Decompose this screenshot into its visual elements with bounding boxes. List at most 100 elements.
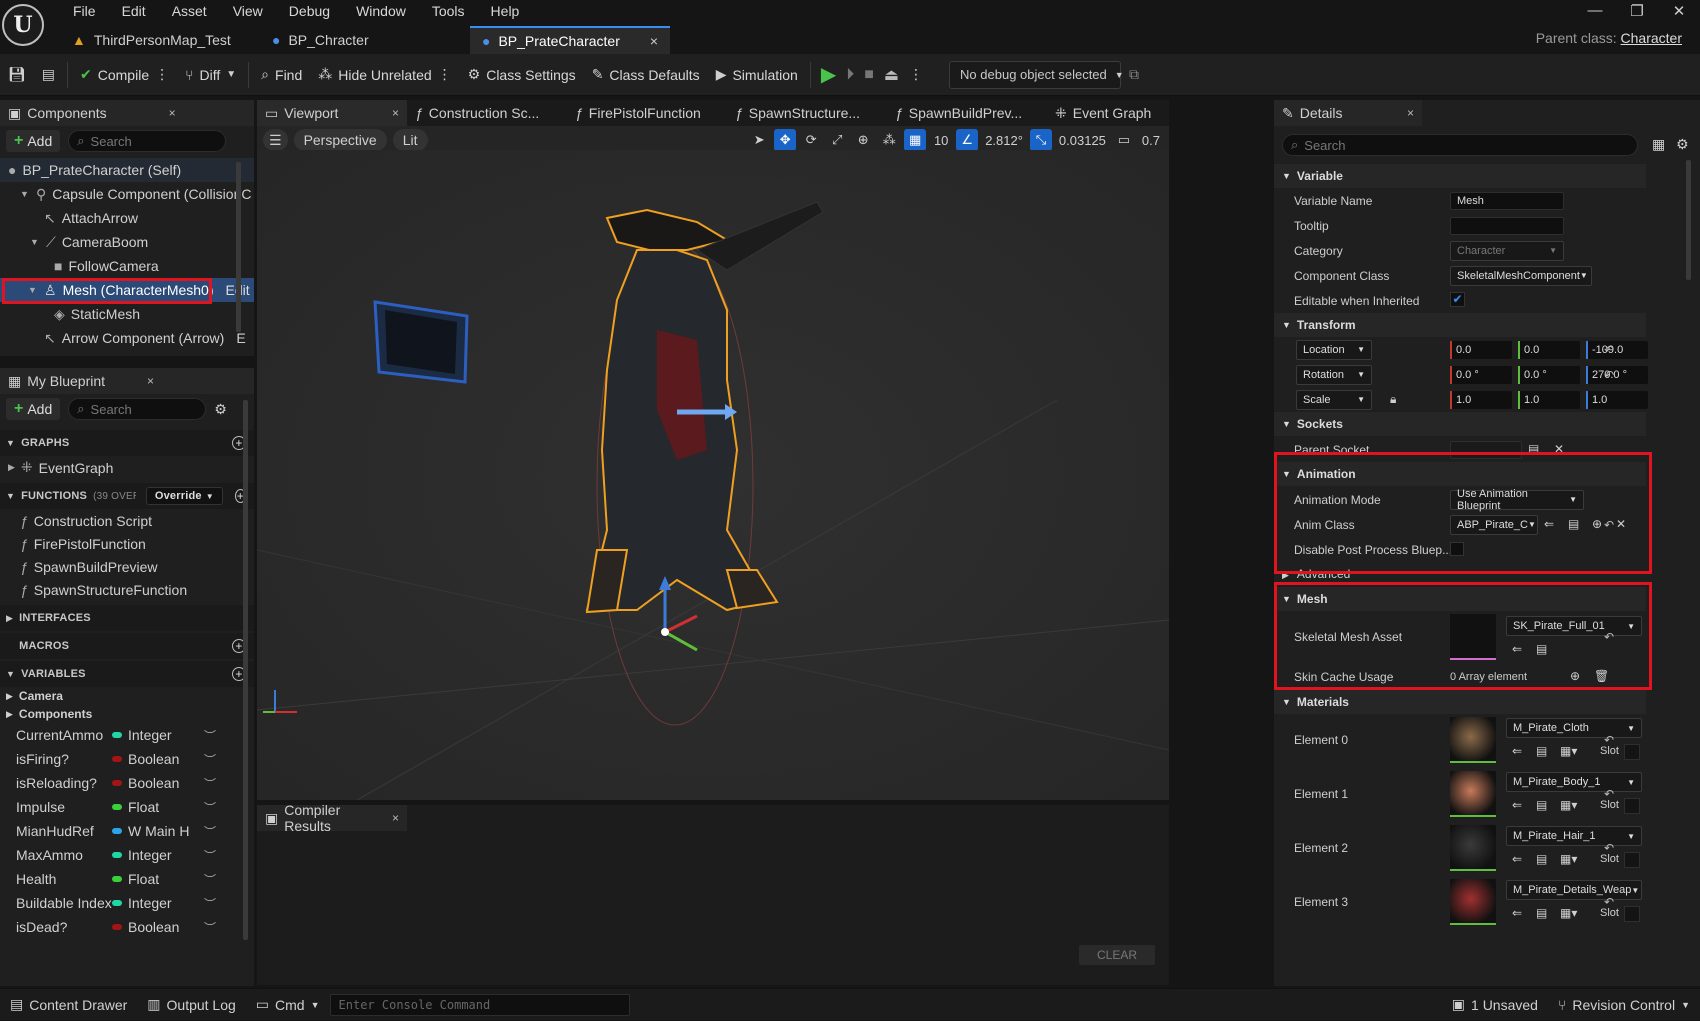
components-search-input[interactable]: ⌕ Search xyxy=(68,130,227,152)
material-thumbnail[interactable] xyxy=(1450,771,1496,817)
category-variable[interactable]: ▼ Variable xyxy=(1274,164,1646,188)
tooltip-input[interactable] xyxy=(1450,216,1564,235)
variable-row[interactable]: Health Float ︶ xyxy=(0,867,254,891)
more-options-icon[interactable]: ⋮ xyxy=(909,66,923,83)
menu-tools[interactable]: Tools xyxy=(419,0,478,22)
variable-type[interactable]: Float xyxy=(128,799,204,815)
graph-eventgraph[interactable]: ▶ ⁜ EventGraph xyxy=(0,456,254,479)
cmd-dropdown[interactable]: ▭ Cmd ▼ xyxy=(246,989,330,1021)
category-animation[interactable]: ▼ Animation xyxy=(1274,462,1646,486)
material-thumbnail[interactable] xyxy=(1450,825,1496,871)
rotation-z-input[interactable]: 270.0 ° xyxy=(1586,365,1648,384)
unsaved-button[interactable]: ▣ 1 Unsaved xyxy=(1442,989,1548,1021)
variable-row[interactable]: isFiring? Boolean ︶ xyxy=(0,747,254,771)
component-arrow[interactable]: ↖ Arrow Component (Arrow) E xyxy=(0,326,254,350)
content-drawer-button[interactable]: ▤ Content Drawer xyxy=(0,989,137,1021)
stop-icon[interactable]: ■ xyxy=(864,66,874,84)
use-selected-icon[interactable]: ⇐ xyxy=(1512,642,1522,656)
macros-section[interactable]: ▶MACROS+ xyxy=(0,633,254,659)
override-dropdown[interactable]: Override ▼ xyxy=(145,487,223,505)
class-defaults-button[interactable]: ✎ Class Defaults xyxy=(584,54,708,96)
menu-edit[interactable]: Edit xyxy=(109,0,159,22)
variable-type[interactable]: Float xyxy=(128,871,204,887)
tab-spawnstructure[interactable]: ƒ SpawnStructure... xyxy=(727,100,887,126)
scale-icon[interactable]: ⤢ xyxy=(826,129,848,151)
component-self[interactable]: ● BP_PrateCharacter (Self) xyxy=(0,158,254,182)
collapse-arrow-icon[interactable]: ▼ xyxy=(30,237,40,247)
grid-snap-value[interactable]: 10 xyxy=(930,129,952,151)
trash-icon[interactable]: 🗑︎ xyxy=(1594,669,1609,683)
compile-button[interactable]: ✔ Compile ⋮ xyxy=(72,54,177,96)
close-icon[interactable]: × xyxy=(169,106,176,120)
rotation-y-input[interactable]: 0.0 ° xyxy=(1518,365,1580,384)
material-dropdown[interactable]: M_Pirate_Details_Weap ▼ xyxy=(1506,880,1642,900)
editable-inherited-checkbox[interactable]: ✔ xyxy=(1450,292,1465,307)
clear-button[interactable]: CLEAR xyxy=(1079,945,1155,965)
unreal-logo-icon[interactable]: U xyxy=(2,4,44,46)
eye-closed-icon[interactable]: ︶ xyxy=(204,751,216,768)
browse-icon[interactable]: ▤ xyxy=(1536,852,1547,866)
scale-snap-icon[interactable]: ⤡ xyxy=(1029,129,1052,151)
menu-help[interactable]: Help xyxy=(478,0,533,22)
browse-socket-icon[interactable]: ▤ xyxy=(1528,442,1539,456)
function-firepistol[interactable]: ƒ FirePistolFunction xyxy=(0,532,254,555)
function-spawnbuildpreview[interactable]: ƒ SpawnBuildPreview xyxy=(0,555,254,578)
slot-field[interactable] xyxy=(1624,744,1640,760)
close-icon[interactable]: × xyxy=(147,374,154,388)
browse-icon[interactable]: ▤ xyxy=(1536,906,1547,920)
material-dropdown[interactable]: M_Pirate_Cloth ▼ xyxy=(1506,718,1642,738)
material-thumbnail[interactable] xyxy=(1450,717,1496,763)
edit-link[interactable]: E xyxy=(236,330,245,346)
grid-snap-icon[interactable]: ▦ xyxy=(904,129,927,151)
step-icon[interactable]: ⏵ xyxy=(846,66,854,84)
more-options-icon[interactable]: ⋮ xyxy=(155,66,169,83)
browse-icon[interactable]: ▤ xyxy=(1536,642,1547,656)
surface-snap-icon[interactable]: ⁂ xyxy=(878,129,900,151)
browse-icon[interactable]: ▤ xyxy=(1536,744,1547,758)
camera-speed-value[interactable]: 0.7 xyxy=(1139,129,1163,151)
compiler-results-tab[interactable]: ▣ Compiler Results × xyxy=(257,802,407,834)
variable-row[interactable]: Buildable Index Integer ︶ xyxy=(0,891,254,915)
category-materials[interactable]: ▼ Materials xyxy=(1274,690,1646,714)
use-selected-icon[interactable]: ⇐ xyxy=(1512,744,1522,758)
variable-type[interactable]: Boolean xyxy=(128,919,204,935)
variable-type[interactable]: Integer xyxy=(128,727,204,743)
collapse-arrow-icon[interactable]: ▼ xyxy=(28,285,38,295)
scale-mode-dropdown[interactable]: Scale ▼ xyxy=(1296,389,1372,410)
viewport[interactable] xyxy=(257,150,1169,800)
browse-icon[interactable]: ▤ xyxy=(1536,798,1547,812)
category-sockets[interactable]: ▼ Sockets xyxy=(1274,412,1646,436)
minimize-button[interactable]: — xyxy=(1580,2,1610,19)
perspective-button[interactable]: Perspective xyxy=(293,129,387,151)
tab-viewport[interactable]: ▭ Viewport × xyxy=(257,100,407,126)
variable-row[interactable]: MaxAmmo Integer ︶ xyxy=(0,843,254,867)
my-blueprint-tab[interactable]: ▦ My Blueprint × xyxy=(0,368,254,394)
category-transform[interactable]: ▼ Transform xyxy=(1274,313,1646,337)
rotation-snap-value[interactable]: 2.812° xyxy=(982,129,1026,151)
slot-field[interactable] xyxy=(1624,852,1640,868)
variable-type[interactable]: W Main H xyxy=(128,823,204,839)
scale-z-input[interactable]: 1.0 xyxy=(1586,390,1648,409)
use-selected-icon[interactable]: ⇐ xyxy=(1512,906,1522,920)
component-cameraboom[interactable]: ▼ ⟋ CameraBoom xyxy=(0,230,254,254)
eject-icon[interactable]: ⏏ xyxy=(884,65,899,85)
slot-field[interactable] xyxy=(1624,906,1640,922)
category-mesh[interactable]: ▼ Mesh xyxy=(1274,587,1646,611)
use-selected-icon[interactable]: ⇐ xyxy=(1512,798,1522,812)
location-z-input[interactable]: -109.0 xyxy=(1586,340,1648,359)
functions-section[interactable]: ▼FUNCTIONS(39 OVERRI Override▼ + xyxy=(0,483,254,509)
reset-icon[interactable]: ↶ xyxy=(1604,368,1614,382)
collapse-arrow-icon[interactable]: ▼ xyxy=(20,189,30,199)
parent-class-link[interactable]: Character xyxy=(1621,30,1682,46)
category-dropdown[interactable]: Character ▼ xyxy=(1450,240,1564,261)
reset-icon[interactable]: ↶ xyxy=(1604,841,1614,855)
variable-row[interactable]: Impulse Float ︶ xyxy=(0,795,254,819)
location-y-input[interactable]: 0.0 xyxy=(1518,340,1580,359)
skeletal-mesh-thumbnail[interactable] xyxy=(1450,614,1496,660)
play-icon[interactable]: ▶ xyxy=(821,62,836,87)
parent-socket-input[interactable] xyxy=(1450,440,1522,459)
var-group-components[interactable]: ▶ Components xyxy=(0,705,254,723)
menu-view[interactable]: View xyxy=(220,0,276,22)
rotation-mode-dropdown[interactable]: Rotation ▼ xyxy=(1296,364,1372,385)
slot-field[interactable] xyxy=(1624,798,1640,814)
